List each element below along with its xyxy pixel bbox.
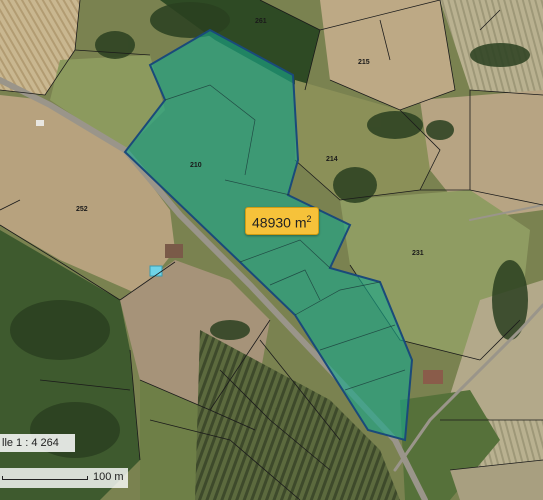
house-roof: [423, 370, 443, 384]
map-canvas[interactable]: 261 215 210 214 252 231: [0, 0, 543, 500]
scale-ratio: lle 1 : 4 264: [0, 434, 75, 452]
area-measurement-badge: 48930 m2: [245, 207, 319, 235]
area-unit-superscript: 2: [306, 214, 312, 224]
parcel-number: 252: [76, 206, 88, 213]
parcel-number: 231: [412, 250, 424, 257]
scale-bar-label: 100 m: [93, 471, 124, 483]
house-roof: [165, 244, 183, 258]
parcel-number: 210: [190, 162, 202, 169]
scale-bar: [2, 476, 88, 480]
area-value: 48930 m: [252, 214, 307, 231]
scale-ratio-text: lle 1 : 4 264: [2, 437, 59, 449]
swimming-pool: [149, 265, 163, 277]
parcel-number: 261: [255, 18, 267, 25]
parcel-number: 215: [358, 59, 370, 66]
scale-bar-container: 100 m: [0, 468, 128, 488]
building: [36, 120, 44, 126]
parcel-number: 214: [326, 156, 338, 163]
